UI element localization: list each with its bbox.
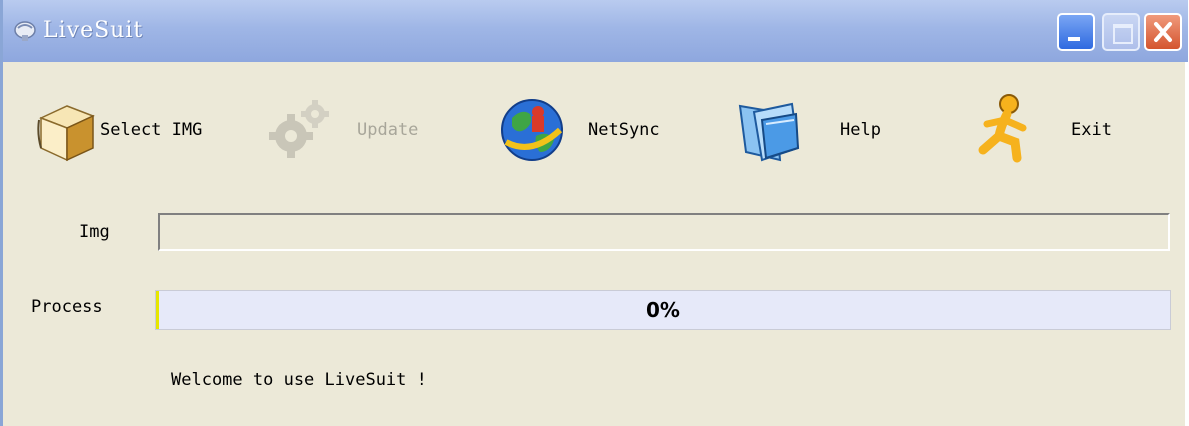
folder-icon bbox=[738, 102, 800, 162]
livesuit-window: LiveSuit Select IMG Update NetSync Help … bbox=[0, 0, 1188, 426]
box-icon bbox=[37, 105, 95, 162]
help-label: Help bbox=[840, 120, 881, 140]
globe-icon bbox=[501, 99, 563, 161]
exit-label: Exit bbox=[1071, 120, 1112, 140]
title-bar[interactable]: LiveSuit bbox=[3, 0, 1188, 62]
status-message: Welcome to use LiveSuit ! bbox=[171, 370, 427, 390]
app-icon bbox=[14, 21, 36, 41]
update-label: Update bbox=[357, 120, 419, 140]
select-img-label: Select IMG bbox=[100, 120, 203, 140]
maximize-button[interactable] bbox=[1102, 13, 1140, 51]
netsync-label: NetSync bbox=[588, 120, 660, 140]
progress-bar: 0% bbox=[155, 290, 1171, 330]
close-button[interactable] bbox=[1144, 13, 1182, 51]
progress-percent: 0% bbox=[646, 298, 680, 322]
gears-icon bbox=[269, 100, 329, 158]
img-path-field[interactable] bbox=[158, 213, 1170, 251]
process-label: Process bbox=[31, 297, 103, 317]
img-label: Img bbox=[79, 222, 110, 242]
running-man-icon bbox=[978, 94, 1027, 163]
minimize-button[interactable] bbox=[1057, 13, 1095, 51]
window-title: LiveSuit bbox=[43, 18, 144, 43]
close-icon bbox=[1154, 22, 1172, 42]
